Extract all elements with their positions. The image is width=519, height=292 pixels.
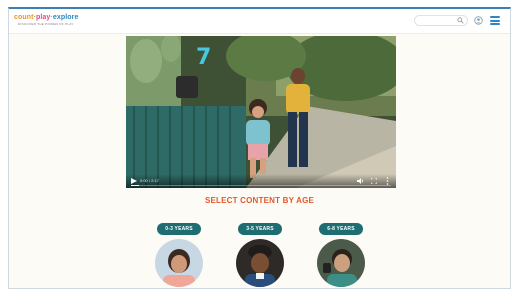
overlay-number: 7 [196, 45, 212, 70]
search-icon[interactable] [457, 17, 464, 24]
video-progress-bar[interactable] [131, 185, 391, 186]
age-photo-preschooler[interactable] [236, 239, 284, 287]
menu-icon[interactable] [490, 16, 500, 25]
age-pill[interactable]: 6-8 YEARS [319, 223, 363, 235]
age-option-0-3[interactable]: 0-3 YEARS [153, 217, 205, 287]
logo-word-explore: explore [52, 14, 79, 21]
video-progress-fill [131, 185, 139, 186]
video-time: 0:00 / 2:17 [140, 178, 159, 183]
volume-icon[interactable] [357, 178, 364, 184]
video-frame-image [126, 36, 396, 188]
logo-title: count·play·explore [14, 14, 78, 22]
user-icon[interactable] [474, 16, 483, 25]
fullscreen-icon[interactable] [371, 178, 377, 184]
age-pill[interactable]: 0-3 YEARS [157, 223, 201, 235]
logo-word-play: play [36, 14, 51, 21]
age-photo-toddler[interactable] [155, 239, 203, 287]
play-icon[interactable] [131, 178, 137, 184]
video-controls: 0:00 / 2:17 [126, 174, 396, 188]
more-icon[interactable] [386, 177, 389, 185]
age-option-3-5[interactable]: 3-5 YEARS [234, 217, 286, 287]
section-title: SELECT CONTENT BY AGE [204, 196, 315, 205]
search-input[interactable] [414, 15, 468, 26]
logo-word-count: count [14, 14, 34, 21]
logo-tagline: DISCOVER THE POWER OF PLAY [18, 22, 74, 26]
age-option-6-8[interactable]: 6-8 YEARS [315, 217, 367, 287]
age-photo-child[interactable] [317, 239, 365, 287]
site-logo[interactable]: count·play·explore DISCOVER THE POWER OF… [14, 14, 78, 26]
page-frame: count·play·explore DISCOVER THE POWER OF… [8, 7, 511, 289]
video-player[interactable]: 7 0:00 / 2:17 [126, 36, 396, 188]
age-pill[interactable]: 3-5 YEARS [238, 223, 282, 235]
site-header: count·play·explore DISCOVER THE POWER OF… [9, 9, 510, 34]
